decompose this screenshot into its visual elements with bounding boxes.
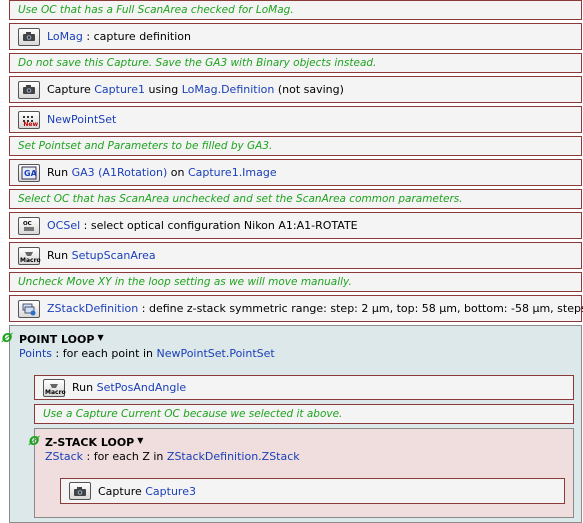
capture1-link[interactable]: Capture1 xyxy=(94,83,145,96)
comment-text: Do not save this Capture. Save the GA3 w… xyxy=(18,57,377,69)
comment-row[interactable]: Use a Capture Current OC because we sele… xyxy=(34,404,574,424)
comment-row[interactable]: Set Pointset and Parameters to be filled… xyxy=(9,136,582,156)
row-text: : select optical configuration Nikon A1:… xyxy=(80,219,358,232)
capture1-image-link[interactable]: Capture1.Image xyxy=(188,166,277,179)
comment-text: Uncheck Move XY in the loop setting as w… xyxy=(18,276,352,288)
comment-row[interactable]: Use OC that has a Full ScanArea checked … xyxy=(9,0,582,20)
new-tag: New xyxy=(23,120,38,128)
row-text: Capture xyxy=(98,484,146,498)
row-text: Run xyxy=(72,381,97,394)
run-macro-row[interactable]: Macro Run SetPosAndAngle xyxy=(34,375,574,400)
row-text: on xyxy=(167,166,188,179)
capture-row[interactable]: Capture Capture1 using LoMag.Definition … xyxy=(9,76,582,103)
setposandangle-link[interactable]: SetPosAndAngle xyxy=(97,381,187,394)
comment-row[interactable]: Do not save this Capture. Save the GA3 w… xyxy=(9,53,582,73)
ga3-icon: GA xyxy=(18,163,40,182)
comment-text: Use a Capture Current OC because we sele… xyxy=(43,408,343,420)
ocsel-icon: OC xyxy=(18,216,40,235)
zstack-loop-expression: ZStack : for each Z in ZStackDefinition.… xyxy=(45,450,300,463)
zstack-variable[interactable]: ZStack xyxy=(45,450,83,463)
svg-text:OC: OC xyxy=(23,221,32,227)
lomag-link[interactable]: LoMag xyxy=(47,30,83,43)
row-text: Capture xyxy=(47,83,95,96)
newpointset-pointset-link[interactable]: NewPointSet.PointSet xyxy=(156,347,274,360)
zstackdefinition-link[interactable]: ZStackDefinition xyxy=(47,302,138,315)
ocsel-link[interactable]: OCSel xyxy=(47,219,80,232)
comment-text: Set Pointset and Parameters to be filled… xyxy=(18,140,273,152)
loop-marker-icon: Ø xyxy=(29,434,40,448)
lomag-definition-link[interactable]: LoMag.Definition xyxy=(182,83,275,96)
macro-icon: Macro xyxy=(43,378,66,397)
loop-text: : for each Z in xyxy=(83,450,167,463)
comment-text: Select OC that has ScanArea unchecked an… xyxy=(18,193,463,205)
comment-row[interactable]: Uncheck Move XY in the loop setting as w… xyxy=(9,272,582,292)
macro-tag: Macro xyxy=(45,388,66,396)
row-text: : capture definition xyxy=(82,30,191,43)
point-loop-label: POINT LOOP xyxy=(19,333,95,346)
zstack-loop-label: Z-STACK LOOP xyxy=(45,436,135,449)
point-loop-title[interactable]: POINT LOOP ▼ xyxy=(19,333,104,346)
ocsel-row[interactable]: OC OCSel : select optical configuration … xyxy=(9,212,582,239)
new-pointset-icon: New xyxy=(18,110,40,129)
loop-text: : for each point in xyxy=(52,347,157,360)
comment-text: Use OC that has a Full ScanArea checked … xyxy=(18,4,294,16)
run-ga3-row[interactable]: GA Run GA3 (A1Rotation) on Capture1.Imag… xyxy=(9,159,582,186)
camera-icon xyxy=(18,27,40,46)
setupscanarea-link[interactable]: SetupScanArea xyxy=(72,249,156,262)
zstack-loop-title[interactable]: Z-STACK LOOP ▼ xyxy=(45,436,143,449)
chevron-down-icon[interactable]: ▼ xyxy=(137,436,143,445)
capture-row[interactable]: Capture Capture3 xyxy=(60,478,565,504)
run-macro-row[interactable]: Macro Run SetupScanArea xyxy=(9,242,582,269)
row-text: : define z-stack symmetric range: step: … xyxy=(138,302,583,315)
comment-row[interactable]: Select OC that has ScanArea unchecked an… xyxy=(9,189,582,209)
macro-tag: Macro xyxy=(20,256,41,264)
chevron-down-icon[interactable]: ▼ xyxy=(97,333,103,342)
row-text: using xyxy=(144,83,182,96)
newpointset-link[interactable]: NewPointSet xyxy=(47,113,116,126)
ga3-link[interactable]: GA3 (A1Rotation) xyxy=(72,166,168,179)
camera-icon xyxy=(18,80,40,99)
new-pointset-row[interactable]: New NewPointSet xyxy=(9,106,582,133)
zstack-definition-row[interactable]: ZStackDefinition : define z-stack symmet… xyxy=(9,295,583,322)
row-text: (not saving) xyxy=(274,83,344,96)
macro-icon: Macro xyxy=(18,246,41,265)
zstack-icon xyxy=(18,299,40,318)
capture3-link[interactable]: Capture3 xyxy=(145,485,196,498)
row-text: Run xyxy=(47,166,72,179)
camera-icon xyxy=(69,482,91,500)
row-text: Run xyxy=(47,249,72,262)
zstackdefinition-zstack-link[interactable]: ZStackDefinition.ZStack xyxy=(167,450,300,463)
capture-definition-row[interactable]: LoMag : capture definition xyxy=(9,23,582,50)
svg-text:GA: GA xyxy=(24,169,37,178)
point-loop-expression: Points : for each point in NewPointSet.P… xyxy=(19,347,275,360)
points-variable[interactable]: Points xyxy=(19,347,52,360)
loop-marker-icon: Ø xyxy=(2,331,13,345)
